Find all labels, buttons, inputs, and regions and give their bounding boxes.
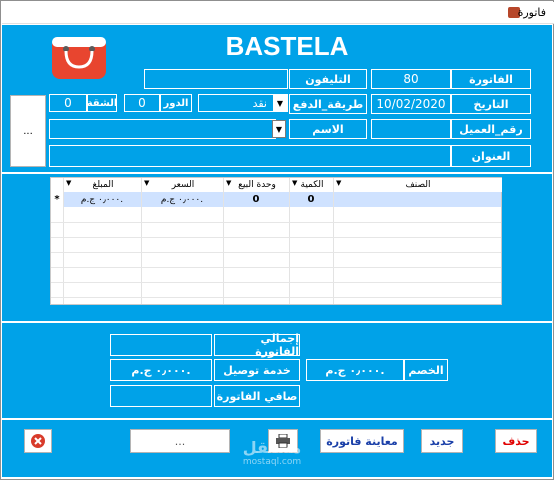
floor-label: الدور xyxy=(160,94,192,112)
delivery-field[interactable]: ٠٫٠٠٠ ج.م. xyxy=(110,359,212,381)
total-label: إجمالي الفاتورة xyxy=(214,332,300,358)
net-total-field[interactable] xyxy=(110,385,212,407)
grid-row-line xyxy=(51,297,501,298)
grid-row-line xyxy=(51,267,501,268)
invoice-items-grid[interactable]: المبلغ ▼ السعر ▼ وحدة البيع ▼ الكمية ▼ الصنف… xyxy=(50,177,502,305)
date-label: التاريخ xyxy=(451,94,531,114)
chevron-down-icon[interactable]: ▼ xyxy=(336,179,341,187)
chevron-down-icon[interactable]: ▼ xyxy=(273,95,287,111)
apartment-field[interactable]: 0 xyxy=(49,94,87,112)
name-combo[interactable] xyxy=(49,119,276,139)
brand-title: BASTELA xyxy=(225,31,349,61)
grid-separator xyxy=(2,321,552,323)
close-button[interactable] xyxy=(24,429,52,453)
chevron-down-icon[interactable]: ▼ xyxy=(144,179,149,187)
customer-number-label: رقم_العميل xyxy=(451,119,531,139)
delivery-label: خدمة توصيل xyxy=(214,359,300,381)
total-field[interactable] xyxy=(110,334,212,356)
chevron-down-icon[interactable]: ▼ xyxy=(226,179,231,187)
grid-col-divider xyxy=(333,178,334,304)
discount-field[interactable]: ٠٫٠٠٠ ج.م. xyxy=(306,359,404,381)
grid-row-line xyxy=(51,252,501,253)
grid-row-line xyxy=(51,237,501,238)
phone-label: التليفون xyxy=(289,69,367,89)
grid-col-divider xyxy=(289,178,290,304)
grid-col-divider xyxy=(141,178,142,304)
chevron-down-icon: ▼ xyxy=(275,124,283,134)
floor-field[interactable]: 0 xyxy=(124,94,160,112)
cell-price[interactable]: ٠٫٠٠٠ ج.م. xyxy=(141,192,223,207)
cell-unit[interactable]: 0 xyxy=(223,192,289,207)
discount-label: الخصم xyxy=(404,359,448,381)
cell-amount[interactable]: ٠٫٠٠٠ ج.م. xyxy=(63,192,141,207)
delete-button[interactable]: حذف xyxy=(495,429,537,453)
header-separator xyxy=(2,172,552,174)
cell-qty[interactable]: 0 xyxy=(289,192,333,207)
customer-number-field[interactable] xyxy=(371,119,451,139)
address-field[interactable] xyxy=(49,145,451,167)
watermark: مستقل mostaql.com xyxy=(232,439,312,475)
address-label: العنوان xyxy=(451,145,531,167)
watermark-sub: mostaql.com xyxy=(242,457,302,467)
payment-method-value: نقد xyxy=(252,96,267,110)
grid-row-line xyxy=(51,282,501,283)
grid-header-amount[interactable]: المبلغ ▼ xyxy=(63,178,142,193)
shopping-bag-icon xyxy=(50,35,108,81)
chevron-down-icon[interactable]: ▼ xyxy=(292,179,297,187)
grid-header-item[interactable]: الصنف ▼ xyxy=(333,178,502,193)
grid-header-price[interactable]: السعر ▼ xyxy=(141,178,224,193)
cell-item[interactable] xyxy=(333,192,501,207)
new-button[interactable]: جديد xyxy=(421,429,463,453)
phone-field[interactable] xyxy=(144,69,288,89)
invoice-window: فاتورة BASTELA التليفون 80 الفاتورة 0 ال… xyxy=(0,0,554,480)
name-label: الاسم xyxy=(289,119,367,139)
grid-col-divider xyxy=(223,178,224,304)
payment-method-select[interactable]: نقد ▼ xyxy=(198,94,288,112)
net-total-label: صافي الفاتورة xyxy=(214,385,300,407)
grid-row-line xyxy=(51,222,501,223)
invoice-form: BASTELA التليفون 80 الفاتورة 0 الشقة 0 ا… xyxy=(2,25,552,477)
watermark-main: مستقل xyxy=(242,438,302,457)
name-dropdown-button[interactable]: ▼ xyxy=(272,120,286,138)
side-ellipsis-button[interactable]: ... xyxy=(10,95,46,167)
grid-col-divider xyxy=(63,178,64,304)
apartment-label: الشقة xyxy=(87,94,117,112)
preview-invoice-button[interactable]: معاينة فاتورة xyxy=(320,429,404,453)
payment-method-label: طريقة_الدفع xyxy=(289,94,367,114)
window-title: فاتورة xyxy=(517,6,546,19)
totals-separator xyxy=(2,418,552,420)
invoice-label: الفاتورة xyxy=(451,69,531,89)
row-marker[interactable]: * xyxy=(51,192,63,207)
close-icon xyxy=(31,434,45,448)
grid-header-unit[interactable]: وحدة البيع ▼ xyxy=(223,178,290,193)
chevron-down-icon[interactable]: ▼ xyxy=(66,179,71,187)
title-bar: فاتورة xyxy=(2,2,554,24)
invoice-number-field[interactable]: 80 xyxy=(371,69,451,89)
grid-header-qty[interactable]: الكمية ▼ xyxy=(289,178,334,193)
search-ellipsis-box[interactable]: ... xyxy=(130,429,230,453)
date-field[interactable]: 10/02/2020 xyxy=(371,94,451,114)
